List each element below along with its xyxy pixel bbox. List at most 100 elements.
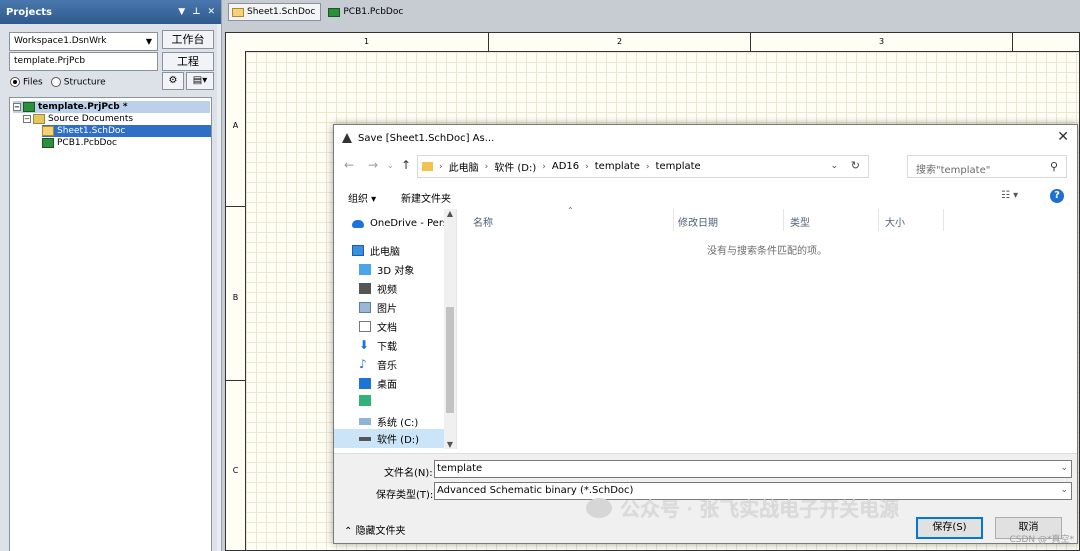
breadcrumb-separator-icon[interactable]: › — [439, 162, 443, 172]
chevron-down-icon[interactable]: ⌄ — [1060, 485, 1068, 495]
chevron-down-icon[interactable]: ▼ — [143, 35, 155, 48]
radio-off-icon — [50, 77, 61, 87]
panel-menu-icon[interactable]: ▼ — [178, 7, 185, 17]
forward-arrow-icon[interactable]: → — [368, 158, 378, 172]
structure-radio[interactable]: Structure — [50, 77, 106, 88]
navigation-scrollbar[interactable]: ▲ ▼ — [444, 209, 456, 449]
collapse-icon[interactable]: − — [23, 115, 31, 123]
project-field[interactable]: template.PrjPcb — [9, 52, 158, 71]
column-divider[interactable] — [878, 209, 879, 231]
workspace-button[interactable]: 工作台 — [162, 30, 214, 49]
document-icon — [359, 321, 371, 332]
column-header-name[interactable]: 名称 — [473, 214, 493, 229]
file-list[interactable]: 名称 ⌃ 修改日期 类型 大小 没有与搜索条件匹配的项。 — [456, 206, 1077, 449]
zone-row-b: B — [226, 207, 245, 381]
breadcrumb-this-pc[interactable]: 此电脑 — [449, 159, 479, 174]
help-icon[interactable]: ? — [1050, 189, 1064, 203]
chevron-down-icon[interactable]: ⌄ — [1060, 463, 1068, 473]
filetype-select[interactable]: Advanced Schematic binary (*.SchDoc) ⌄ — [434, 482, 1072, 500]
tree-item-sheet1[interactable]: Sheet1.SchDoc — [42, 125, 211, 137]
filename-input[interactable]: template ⌄ — [434, 460, 1072, 478]
tree-item-pcb1[interactable]: PCB1.PcbDoc — [42, 137, 117, 149]
breadcrumb-separator-icon[interactable]: › — [585, 162, 589, 172]
sort-up-icon: ⌃ — [567, 206, 574, 215]
column-header-date[interactable]: 修改日期 — [678, 214, 718, 229]
nav-item-desktop[interactable]: 桌面 — [359, 376, 397, 391]
pictures-icon — [359, 302, 371, 313]
document-tabs: Sheet1.SchDoc PCB1.PcbDoc — [222, 0, 1080, 24]
column-header-size[interactable]: 大小 — [885, 214, 905, 229]
tab-sheet1[interactable]: Sheet1.SchDoc — [228, 3, 322, 21]
project-docs-button[interactable]: ▤▾ — [186, 72, 214, 90]
altium-app-icon — [342, 133, 352, 143]
scroll-down-icon[interactable]: ▼ — [444, 440, 456, 449]
column-header-type[interactable]: 类型 — [790, 214, 810, 229]
nav-item-drive-d[interactable]: 软件 (D:) — [334, 429, 444, 448]
cloud-icon — [352, 219, 364, 228]
windows-drive-icon — [359, 418, 371, 425]
nav-item-app[interactable] — [359, 395, 377, 406]
scroll-up-icon[interactable]: ▲ — [444, 209, 456, 218]
nav-item-pictures[interactable]: 图片 — [359, 300, 397, 315]
breadcrumb-template[interactable]: template — [595, 161, 640, 172]
hide-folders-toggle[interactable]: ⌃ 隐藏文件夹 — [344, 522, 406, 537]
breadcrumb-separator-icon[interactable]: › — [646, 162, 650, 172]
nav-item-this-pc[interactable]: 此电脑 — [352, 243, 400, 258]
up-arrow-icon[interactable]: ↑ — [401, 158, 411, 172]
pin-icon[interactable]: ⊥ — [192, 7, 200, 17]
organize-menu[interactable]: 组织 ▾ — [348, 190, 376, 205]
csdn-watermark: CSDN @*真空* — [1009, 535, 1074, 545]
nav-item-onedrive[interactable]: OneDrive - Pers — [352, 218, 448, 229]
address-bar[interactable]: › 此电脑 › 软件 (D:) › AD16 › template › temp… — [417, 155, 869, 178]
nav-item-documents[interactable]: 文档 — [359, 319, 397, 334]
projects-panel: Projects ▼ ⊥ ✕ Workspace1.DsnWrk ▼ 工作台 t… — [0, 0, 222, 551]
app-icon — [359, 395, 371, 406]
pcb-doc-icon — [42, 138, 54, 148]
view-mode-radios: Files Structure — [10, 77, 106, 88]
breadcrumb-separator-icon[interactable]: › — [485, 162, 489, 172]
new-folder-button[interactable]: 新建文件夹 — [401, 190, 451, 205]
breadcrumb-template-current[interactable]: template — [656, 161, 701, 172]
close-icon[interactable]: ✕ — [207, 7, 215, 17]
collapse-icon[interactable]: − — [13, 103, 21, 111]
project-options-button[interactable]: ⚙ — [162, 72, 184, 90]
chevron-down-icon[interactable]: ⌄ — [830, 161, 838, 171]
files-radio[interactable]: Files — [10, 77, 43, 88]
nav-item-3d-objects[interactable]: 3D 对象 — [359, 262, 414, 277]
breadcrumb-ad16[interactable]: AD16 — [552, 161, 579, 172]
projects-panel-title: Projects — [6, 6, 53, 18]
project-button[interactable]: 工程 — [162, 52, 214, 71]
computer-icon — [352, 245, 364, 256]
column-divider[interactable] — [673, 209, 674, 231]
3d-objects-icon — [359, 264, 371, 275]
address-row: ← → ⌄ ↑ › 此电脑 › 软件 (D:) › AD16 › templat… — [334, 155, 1077, 179]
nav-item-drive-c[interactable]: 系统 (C:) — [359, 414, 418, 429]
search-input[interactable]: 搜索"template" ⚲ — [907, 155, 1067, 178]
save-button[interactable]: 保存(S) — [916, 517, 983, 539]
view-options-icon[interactable]: ☷ ▾ — [1001, 190, 1018, 201]
project-tree: − template.PrjPcb * − Source Documents S… — [9, 97, 212, 551]
zone-row-c: C — [226, 381, 245, 550]
breadcrumb-separator-icon[interactable]: › — [542, 162, 546, 172]
scrollbar-thumb[interactable] — [446, 307, 454, 413]
workspace-select[interactable]: Workspace1.DsnWrk ▼ — [9, 32, 158, 51]
nav-item-videos[interactable]: 视频 — [359, 281, 397, 296]
command-bar: 组织 ▾ 新建文件夹 ☷ ▾ ? — [334, 187, 1077, 207]
empty-results-message: 没有与搜索条件匹配的项。 — [707, 246, 827, 257]
radio-on-icon — [10, 77, 20, 87]
refresh-icon[interactable]: ↻ — [851, 159, 860, 172]
dialog-titlebar: Save [Sheet1.SchDoc] As... — [334, 125, 1077, 151]
zone-row-a: A — [226, 51, 245, 207]
tab-pcb1[interactable]: PCB1.PcbDoc — [325, 3, 408, 21]
nav-item-music[interactable]: ♪ 音乐 — [359, 357, 397, 372]
desktop-icon — [359, 378, 371, 389]
tree-item-project[interactable]: − template.PrjPcb * — [13, 101, 210, 113]
breadcrumb-drive-d[interactable]: 软件 (D:) — [494, 159, 536, 174]
column-divider[interactable] — [943, 209, 944, 231]
tree-item-source-documents[interactable]: − Source Documents — [23, 113, 133, 125]
column-divider[interactable] — [783, 209, 784, 231]
dialog-close-icon[interactable]: ✕ — [1057, 129, 1069, 145]
back-arrow-icon[interactable]: ← — [344, 158, 354, 172]
nav-item-downloads[interactable]: ⬇ 下载 — [359, 338, 397, 353]
recent-chevron-icon[interactable]: ⌄ — [387, 161, 394, 170]
